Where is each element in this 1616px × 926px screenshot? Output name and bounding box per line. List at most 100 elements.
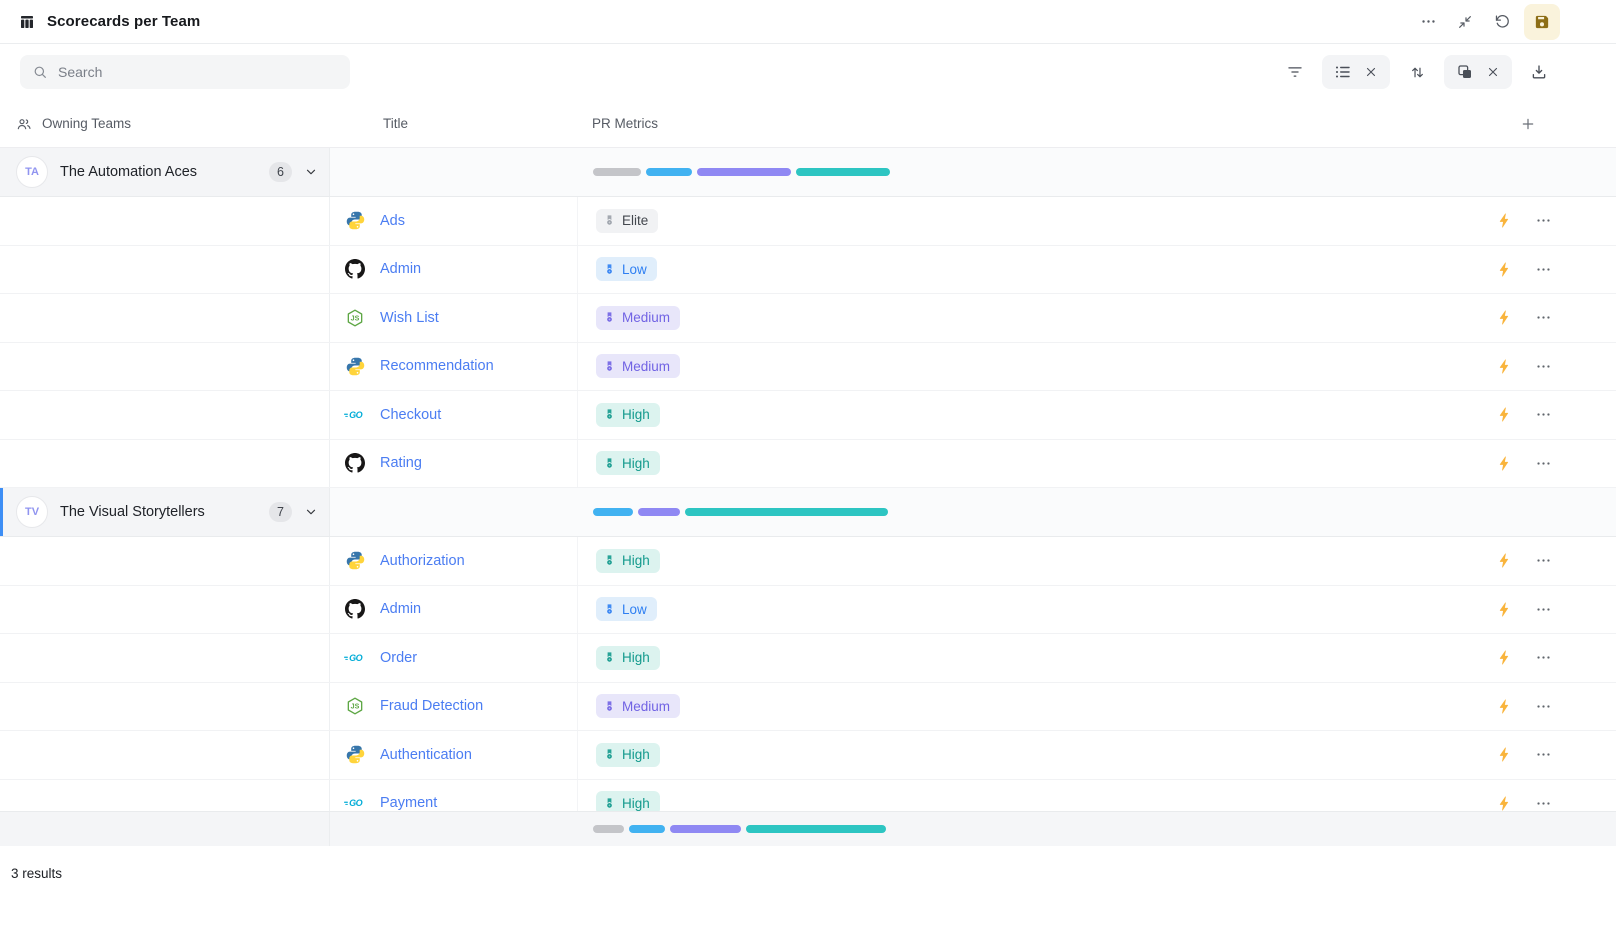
scorecard-link[interactable]: Admin <box>380 601 421 617</box>
lightning-icon[interactable] <box>1496 358 1513 375</box>
lightning-icon[interactable] <box>1496 601 1513 618</box>
row-actions <box>1496 343 1616 391</box>
sort-icon[interactable] <box>1402 55 1432 89</box>
title-cell: Ads <box>330 197 578 245</box>
row-menu-icon[interactable] <box>1535 455 1552 472</box>
pr-metric-badge[interactable]: High <box>596 549 660 573</box>
pr-metric-badge[interactable]: Elite <box>596 209 658 233</box>
lightning-icon[interactable] <box>1496 406 1513 423</box>
pr-metrics-cell: High <box>578 440 1496 488</box>
pr-metric-badge[interactable]: Medium <box>596 354 680 378</box>
row-menu-icon[interactable] <box>1535 698 1552 715</box>
lightning-icon[interactable] <box>1496 455 1513 472</box>
save-icon[interactable] <box>1524 4 1560 40</box>
row-menu-icon[interactable] <box>1535 552 1552 569</box>
scorecard-link[interactable]: Order <box>380 650 417 666</box>
lightning-icon[interactable] <box>1496 649 1513 666</box>
pr-metric-label: High <box>622 553 650 568</box>
column-header-owning-teams[interactable]: Owning Teams <box>0 116 330 132</box>
search-input[interactable] <box>58 64 338 80</box>
column-header-title[interactable]: Title <box>330 116 578 131</box>
metric-distribution-bars <box>593 168 890 176</box>
clear-view-icon[interactable] <box>1364 55 1378 89</box>
pr-metric-badge[interactable]: Low <box>596 597 657 621</box>
group-by-icon[interactable] <box>1456 55 1474 89</box>
lightning-icon[interactable] <box>1496 795 1513 811</box>
chevron-down-icon[interactable] <box>304 165 318 179</box>
scorecard-link[interactable]: Admin <box>380 261 421 277</box>
lightning-icon[interactable] <box>1496 309 1513 326</box>
row-menu-icon[interactable] <box>1535 406 1552 423</box>
row-menu-icon[interactable] <box>1535 261 1552 278</box>
pr-metric-label: High <box>622 747 650 762</box>
pr-metric-badge[interactable]: Low <box>596 257 657 281</box>
team-cell[interactable]: TA The Automation Aces 6 <box>0 148 330 196</box>
row-menu-icon[interactable] <box>1535 795 1552 811</box>
pr-metric-badge[interactable]: High <box>596 646 660 670</box>
medal-icon <box>603 554 616 567</box>
scorecard-link[interactable]: Payment <box>380 795 437 810</box>
title-cell: GO Order <box>330 634 578 682</box>
title-cell: JS Wish List <box>330 294 578 342</box>
pr-metric-badge[interactable]: High <box>596 791 660 810</box>
scorecard-link[interactable]: Ads <box>380 213 405 229</box>
clipped-row: GO Payment High <box>0 780 1616 811</box>
scorecard-row: Admin Low <box>0 246 1616 295</box>
row-actions <box>1496 537 1616 585</box>
owning-team-cell-empty <box>0 391 330 439</box>
pr-metric-badge[interactable]: Medium <box>596 694 680 718</box>
lightning-icon[interactable] <box>1496 261 1513 278</box>
pr-metric-label: High <box>622 650 650 665</box>
team-group-row[interactable]: TA The Automation Aces 6 <box>0 148 1616 197</box>
search-box[interactable] <box>20 55 350 89</box>
clear-group-icon[interactable] <box>1486 55 1500 89</box>
row-menu-icon[interactable] <box>1535 601 1552 618</box>
collapse-icon[interactable] <box>1450 7 1480 37</box>
row-menu-icon[interactable] <box>1535 649 1552 666</box>
pr-metric-badge[interactable]: High <box>596 403 660 427</box>
scorecard-link[interactable]: Rating <box>380 455 422 471</box>
pr-metric-badge[interactable]: High <box>596 743 660 767</box>
scorecard-link[interactable]: Fraud Detection <box>380 698 483 714</box>
team-metrics-summary <box>330 488 1616 536</box>
pr-metrics-cell: Low <box>578 246 1496 294</box>
scorecard-row: Recommendation Medium <box>0 343 1616 392</box>
chevron-down-icon[interactable] <box>304 505 318 519</box>
row-menu-icon[interactable] <box>1535 746 1552 763</box>
lightning-icon[interactable] <box>1496 746 1513 763</box>
scorecard-row: GO Order High <box>0 634 1616 683</box>
owning-team-cell-empty <box>0 683 330 731</box>
metric-distribution-bars <box>593 825 886 833</box>
row-menu-icon[interactable] <box>1535 212 1552 229</box>
pr-metric-badge[interactable]: Medium <box>596 306 680 330</box>
pr-metric-badge[interactable]: High <box>596 451 660 475</box>
owning-team-cell-empty <box>0 294 330 342</box>
scorecard-link[interactable]: Recommendation <box>380 358 494 374</box>
row-menu-icon[interactable] <box>1535 309 1552 326</box>
metric-distribution-bars <box>593 508 888 516</box>
download-icon[interactable] <box>1524 55 1554 89</box>
owning-team-cell-empty <box>0 197 330 245</box>
add-column-button[interactable] <box>1520 100 1536 147</box>
owning-team-cell-empty <box>0 343 330 391</box>
lightning-icon[interactable] <box>1496 552 1513 569</box>
lightning-icon[interactable] <box>1496 698 1513 715</box>
scorecard-link[interactable]: Authorization <box>380 553 465 569</box>
pr-metrics-cell: High <box>578 731 1496 779</box>
row-actions <box>1496 294 1616 342</box>
team-group-row[interactable]: TV The Visual Storytellers 7 <box>0 488 1616 537</box>
undo-icon[interactable] <box>1487 7 1517 37</box>
title-cell: Admin <box>330 586 578 634</box>
scorecard-link[interactable]: Authentication <box>380 747 472 763</box>
view-list-icon[interactable] <box>1334 55 1352 89</box>
scorecard-link[interactable]: Checkout <box>380 407 441 423</box>
column-header-pr-metrics[interactable]: PR Metrics <box>578 116 1616 131</box>
scorecard-link[interactable]: Wish List <box>380 310 439 326</box>
more-menu-icon[interactable] <box>1413 7 1443 37</box>
medal-icon <box>603 748 616 761</box>
filter-icon[interactable] <box>1280 55 1310 89</box>
team-cell[interactable]: TV The Visual Storytellers 7 <box>0 488 330 536</box>
lightning-icon[interactable] <box>1496 212 1513 229</box>
row-menu-icon[interactable] <box>1535 358 1552 375</box>
go-icon: GO <box>344 792 366 810</box>
